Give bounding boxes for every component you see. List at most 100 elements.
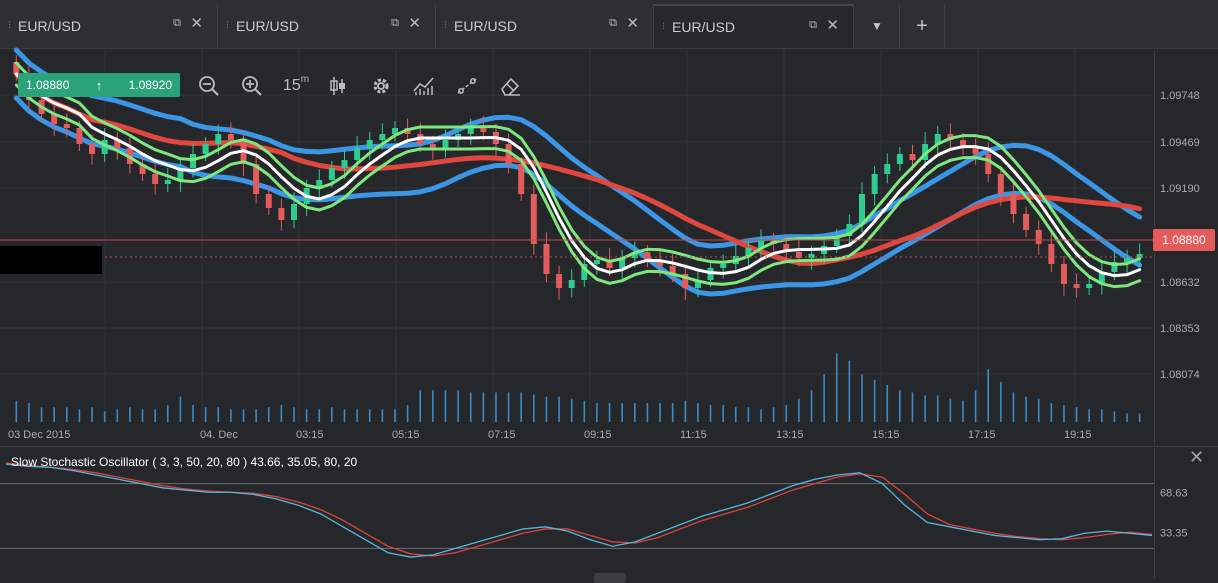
- volume-bar: [368, 409, 371, 422]
- volume-bar: [356, 409, 358, 422]
- time-tick-label: 05:15: [392, 429, 420, 441]
- volume-bar: [495, 392, 497, 422]
- volume-bar: [924, 395, 926, 422]
- quote-badge[interactable]: 1.08880 ↑ 1.08920: [18, 73, 180, 97]
- volume-bar: [91, 407, 93, 422]
- zoom-in-icon: [242, 76, 262, 96]
- candle-body: [859, 194, 865, 224]
- volume-bar: [873, 379, 876, 422]
- volume-bar: [974, 390, 977, 422]
- volume-bar: [381, 409, 384, 422]
- timeframe-value: 15: [282, 77, 301, 94]
- candle-body: [1086, 284, 1093, 288]
- candle-body: [291, 204, 297, 220]
- volume-bar: [457, 390, 459, 422]
- volume-bar: [949, 398, 952, 422]
- candle-body: [76, 128, 83, 144]
- time-tick-label: 15:15: [872, 429, 900, 441]
- time-tick-label: 04. Dec: [200, 429, 238, 441]
- time-tick-label: 03 Dec 2015: [8, 429, 70, 441]
- candle-body: [1073, 284, 1080, 288]
- candle-type-icon: [330, 77, 345, 95]
- candle-body: [720, 264, 727, 268]
- candle-type-button[interactable]: [325, 74, 351, 98]
- volume-bar: [469, 392, 472, 422]
- time-tick-label: 17:15: [968, 429, 996, 441]
- zoom-in-button[interactable]: [239, 74, 265, 98]
- volume-bar: [507, 392, 510, 422]
- candle-body: [556, 274, 563, 288]
- candle-body: [568, 280, 575, 288]
- settings-button[interactable]: [368, 74, 394, 98]
- volume-bar: [66, 407, 68, 422]
- volume-bar: [406, 405, 409, 422]
- volume-bar: [545, 396, 548, 422]
- volume-bar: [734, 407, 737, 422]
- volume-bar: [709, 405, 712, 422]
- volume-bar: [722, 405, 724, 422]
- volume-bar: [318, 409, 321, 422]
- close-indicator-button[interactable]: ✕: [1189, 447, 1204, 468]
- volume-bar: [103, 411, 106, 422]
- volume-bar: [78, 409, 81, 422]
- candle-body: [1010, 194, 1017, 214]
- blue-band-lower: [13, 95, 1143, 297]
- timeframe-button[interactable]: 15m: [281, 74, 311, 98]
- time-tick-label: 09:15: [584, 429, 612, 441]
- volume-bar: [684, 400, 687, 422]
- volume-bar: [242, 409, 245, 422]
- volume-bar: [230, 409, 232, 422]
- volume-bar: [141, 409, 144, 422]
- volume-bar: [1050, 402, 1053, 422]
- volume-bar: [1088, 409, 1090, 422]
- volume-bar: [179, 396, 182, 422]
- candle-body: [1023, 214, 1030, 230]
- stoch-k-line: [5, 463, 1153, 558]
- indicators-icon: [413, 77, 434, 95]
- price-chart[interactable]: 1.09748 1.09469 1.09190 1.08632 1.08353 1.080…: [0, 0, 1218, 583]
- time-tick-label: 13:15: [776, 429, 804, 441]
- volume-bar: [886, 385, 889, 422]
- volume-bar: [40, 407, 43, 422]
- candle-body: [480, 128, 487, 132]
- volume-bar: [53, 407, 55, 422]
- volume-bar: [280, 405, 283, 422]
- candle-body: [972, 148, 979, 154]
- candle-body: [89, 144, 96, 154]
- volume-bar: [835, 353, 838, 422]
- stoch-d-line: [5, 462, 1153, 557]
- candle-body: [429, 144, 436, 148]
- volume-bar: [962, 400, 964, 422]
- volume-bar: [192, 405, 194, 422]
- candle-body: [366, 140, 373, 148]
- redacted-region: [0, 246, 102, 274]
- volume-bar: [760, 409, 762, 422]
- drawing-tools-button[interactable]: [454, 74, 480, 98]
- volume-bar: [1037, 398, 1040, 422]
- volume-bar: [432, 390, 434, 422]
- timeframe-unit: m: [300, 74, 310, 85]
- volume-bar: [583, 400, 586, 422]
- indicator-tick-label: 68.63: [1160, 488, 1188, 500]
- candle-body: [215, 134, 222, 144]
- current-price-tag: 1.08880: [1153, 229, 1215, 251]
- zoom-out-button[interactable]: [196, 74, 222, 98]
- volume-bar: [1126, 413, 1128, 422]
- volume-bar: [331, 407, 333, 422]
- volume-bar: [1101, 409, 1103, 422]
- candle-body: [1060, 264, 1067, 284]
- indicators-button[interactable]: [411, 74, 437, 98]
- candle-body: [896, 154, 903, 164]
- time-tick-label: 11:15: [680, 429, 707, 441]
- arrow-up-icon: ↑: [95, 77, 103, 93]
- volume-bar: [810, 390, 813, 422]
- volume-bar: [608, 402, 611, 422]
- eraser-button[interactable]: [497, 74, 523, 98]
- volume-bar: [1012, 392, 1015, 422]
- eraser-icon: [501, 77, 520, 96]
- volume-bar: [166, 405, 169, 422]
- volume-bar: [1075, 407, 1078, 422]
- candle-body: [871, 174, 878, 194]
- candle-body: [202, 144, 209, 154]
- time-tick-label: 07:15: [488, 429, 516, 441]
